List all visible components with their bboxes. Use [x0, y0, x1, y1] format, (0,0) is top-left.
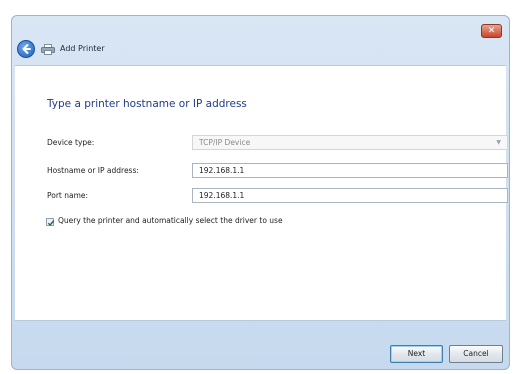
device-type-label: Device type:	[47, 138, 95, 147]
content-area: Type a printer hostname or IP address De…	[15, 65, 508, 321]
device-type-value: TCP/IP Device	[199, 138, 251, 147]
hostname-label: Hostname or IP address:	[47, 166, 139, 175]
page-heading: Type a printer hostname or IP address	[47, 98, 247, 110]
close-button[interactable]: ✕	[481, 24, 502, 38]
hostname-value: 192.168.1.1	[199, 166, 245, 175]
close-icon: ✕	[487, 26, 496, 36]
back-button[interactable]	[17, 40, 35, 58]
cancel-button[interactable]: Cancel	[449, 345, 503, 363]
checkmark-icon	[47, 220, 55, 227]
dropdown-arrow-icon: ▼	[496, 139, 501, 146]
port-name-value: 192.168.1.1	[199, 191, 245, 200]
port-name-input[interactable]: 192.168.1.1	[192, 188, 508, 203]
next-button[interactable]: Next	[390, 345, 443, 363]
port-name-label: Port name:	[47, 191, 89, 200]
back-arrow-icon	[22, 44, 31, 54]
window-title: Add Printer	[60, 44, 105, 53]
hostname-input[interactable]: 192.168.1.1	[192, 163, 508, 178]
printer-icon	[41, 44, 55, 55]
add-printer-window: ✕ Add Printer Type a printer hostname or…	[11, 15, 510, 370]
device-type-select[interactable]: TCP/IP Device ▼	[192, 135, 508, 150]
query-printer-checkbox[interactable]	[46, 218, 55, 227]
query-printer-label[interactable]: Query the printer and automatically sele…	[58, 216, 283, 225]
